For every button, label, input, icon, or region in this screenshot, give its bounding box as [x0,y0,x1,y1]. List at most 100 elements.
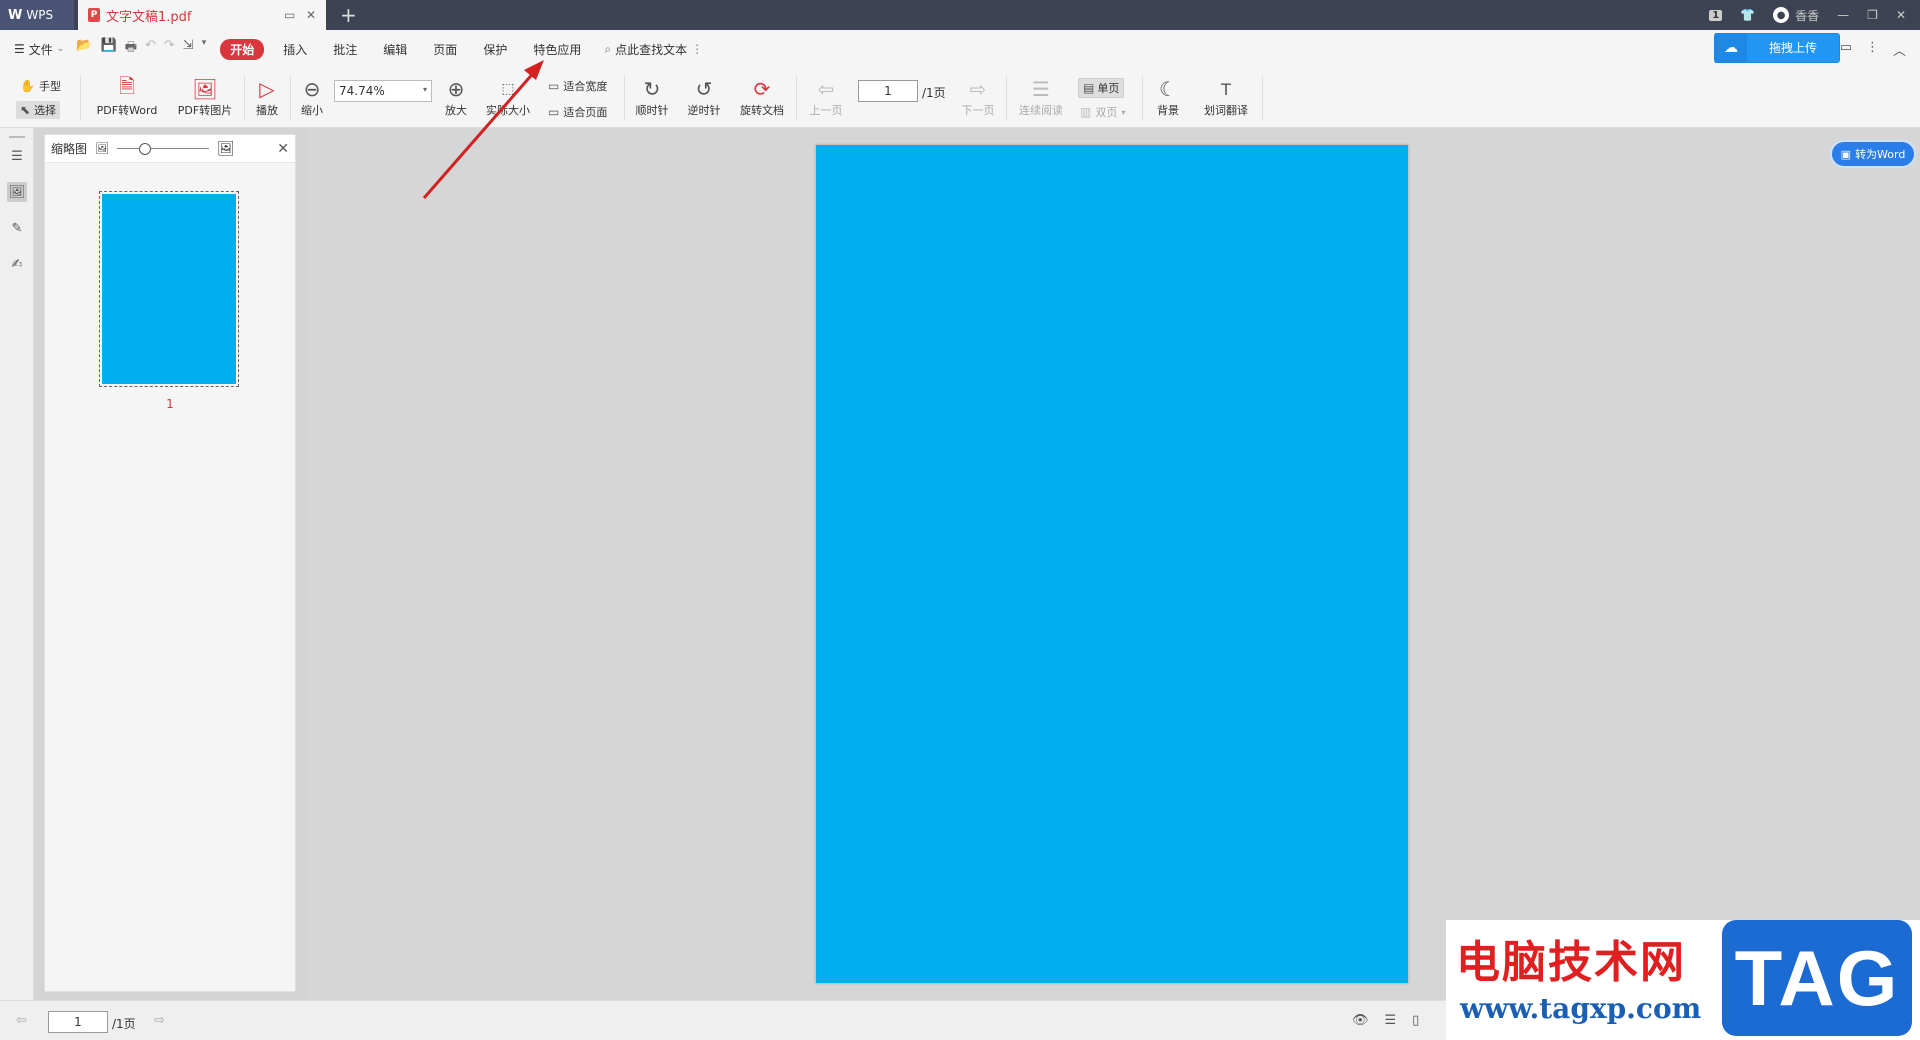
pdf-file-icon: P [88,8,100,22]
signature-icon[interactable]: ✍ [7,254,27,274]
convert-to-word-button[interactable]: ▣ 转为Word [1830,140,1916,168]
continuous-reading-button[interactable]: ☰ 连续阅读 [1014,76,1068,118]
zoom-out-button[interactable]: ⊖ 缩小 [296,76,328,118]
redo-icon[interactable]: ↷ [164,38,175,60]
find-text-button[interactable]: ⌕ 点此查找文本 ⋮ [594,41,703,58]
status-prev-page-icon[interactable]: ⇦ [16,1013,27,1028]
previous-page-button[interactable]: ⇦ 上一页 [804,76,848,118]
status-view-icons: 👁 ☰ ▯ [1352,1013,1419,1028]
close-tab-icon[interactable]: ✕ [306,8,316,22]
open-folder-icon[interactable]: 📂 [76,38,92,60]
zoom-level-value: 74.74% [339,84,385,98]
previous-page-label: 上一页 [809,104,843,117]
avatar: ● [1773,7,1790,23]
tab-special-apps[interactable]: 特色应用 [520,41,594,58]
bookmark-icon[interactable]: ☰ [7,146,27,166]
collapse-ribbon-icon[interactable]: ︿ [1893,40,1906,59]
minimize-icon[interactable]: — [1837,8,1849,22]
document-tab[interactable]: P 文字文稿1.pdf ▭ ✕ [78,0,326,30]
more-dropdown-icon[interactable]: ▾ [202,38,207,60]
separator [1262,76,1263,120]
save-icon[interactable]: 💾 [101,38,117,60]
double-page-button[interactable]: ▥ 双页 ▾ [1080,104,1125,120]
left-sidebar: ☰ 🖼 ✎ ✍ [0,128,34,1000]
export-icon[interactable]: ⇲ [183,38,194,60]
zoom-in-button[interactable]: ⊕ 放大 [440,76,472,118]
menu-bar: ☰ 文件 ⌄ 📂 💾 🖶 ↶ ↷ ⇲ ▾ 开始 插入 批注 编辑 页面 保护 特… [0,30,1920,68]
single-view-icon[interactable]: ▯ [1412,1013,1419,1028]
user-account[interactable]: ● 香香 [1773,7,1819,24]
arrow-right-icon: ⇨ [969,77,987,101]
upload-button[interactable]: ☁ 拖拽上传 [1714,33,1840,63]
next-page-label: 下一页 [961,104,995,117]
next-page-button[interactable]: ⇨ 下一页 [956,76,1000,118]
tab-insert[interactable]: 插入 [270,41,320,58]
background-button[interactable]: ☾ 背景 [1148,76,1188,118]
actual-size-button[interactable]: ⬚ 实际大小 [482,76,534,118]
new-tab-button[interactable]: + [340,3,357,27]
restore-tab-icon[interactable]: ▭ [284,8,295,22]
pdf-to-image-button[interactable]: 🖼 PDF转图片 [172,76,238,118]
undo-icon[interactable]: ↶ [145,38,156,60]
upload-label: 拖拽上传 [1747,34,1839,62]
large-image-icon[interactable]: 🖼 [217,141,235,157]
rotate-clockwise-button[interactable]: ↻ 顺时针 [630,76,674,118]
page-number-input[interactable]: 1 [858,80,918,102]
thumbnail-icon[interactable]: 🖼 [7,182,27,202]
annotation-icon[interactable]: ✎ [7,218,27,238]
print-icon[interactable]: 🖶 [125,38,137,60]
tab-page[interactable]: 页面 [420,41,470,58]
watermark-url: www.tagxp.com [1460,992,1702,1025]
maximize-icon[interactable]: ❐ [1867,8,1878,22]
eye-icon[interactable]: 👁 [1352,1013,1369,1028]
file-menu[interactable]: ☰ 文件 ⌄ [0,41,76,58]
small-image-icon[interactable]: 🖼 [95,142,109,155]
single-page-label: 单页 [1097,82,1120,95]
more-options-icon[interactable]: ⋮ [1866,40,1879,59]
fit-page-label: 适合页面 [563,106,608,119]
close-window-icon[interactable]: ✕ [1896,8,1906,22]
page-count-badge[interactable]: 1 [1709,9,1723,21]
translate-button[interactable]: T 划词翻译 [1198,76,1254,118]
pdf-to-word-button[interactable]: 🗎 PDF转Word [90,74,164,118]
tab-start[interactable]: 开始 [220,38,265,60]
status-next-page-icon[interactable]: ⇨ [154,1013,165,1028]
zoom-level-select[interactable]: 74.74% ▾ [334,80,432,102]
rotate-counterclockwise-button[interactable]: ↺ 逆时针 [682,76,726,118]
background-label: 背景 [1157,104,1179,117]
hand-tool-button[interactable]: ✋ 手型 [20,78,61,94]
thumbnail-size-slider[interactable] [116,142,209,156]
comment-icon[interactable]: ▭ [1840,40,1852,59]
slider-knob[interactable] [138,142,151,155]
fit-page-button[interactable]: ▭ 适合页面 [548,104,607,120]
word-icon: ▣ [1840,147,1852,161]
tab-edit[interactable]: 编辑 [370,41,420,58]
chevron-down-icon: ▾ [422,85,427,94]
hand-tool-label: 手型 [38,80,61,93]
continuous-view-icon[interactable]: ☰ [1385,1013,1397,1028]
tab-protect[interactable]: 保护 [470,41,520,58]
rotate-document-icon: ⟳ [753,77,771,101]
play-button[interactable]: ▷ 播放 [250,76,284,118]
wps-home-tab[interactable]: W WPS [0,0,74,30]
fit-width-label: 适合宽度 [563,80,608,93]
file-menu-label: 文件 [28,42,53,57]
skin-icon[interactable]: 👕 [1740,8,1755,22]
fit-width-button[interactable]: ▭ 适合宽度 [548,78,607,94]
user-name: 香香 [1795,8,1820,23]
fit-width-icon: ▭ [548,79,560,93]
document-page[interactable] [816,145,1408,983]
menu-tabs: 开始 插入 批注 编辑 页面 保护 特色应用 [214,38,594,60]
select-tool-button[interactable]: ⬉ 选择 [16,101,61,119]
document-viewport[interactable]: ▣ 转为Word [306,128,1920,1000]
rotate-document-button[interactable]: ⟳ 旋转文档 [736,76,788,118]
page-thumbnail[interactable] [99,191,239,387]
thumbnail-panel: 缩略图 🖼 🖼 ✕ 1 [44,134,296,992]
thumbnail-title: 缩略图 [51,142,88,156]
translate-label: 划词翻译 [1204,104,1248,117]
separator [1142,76,1143,120]
single-page-button[interactable]: ▤ 单页 [1078,78,1125,98]
close-icon[interactable]: ✕ [277,141,289,157]
tab-annotate[interactable]: 批注 [320,41,370,58]
status-page-input[interactable]: 1 [48,1011,108,1033]
